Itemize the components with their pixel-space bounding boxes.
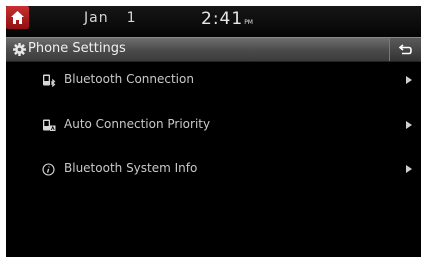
date-day: 1: [126, 10, 137, 26]
chevron-right-icon: [406, 76, 412, 84]
menu-item-label: Bluetooth System Info: [64, 161, 198, 175]
menu-item-bluetooth-connection[interactable]: Bluetooth Connection: [6, 61, 421, 101]
head-unit-screen: Jan 1 2:41PM Phone Settings Bluetooth Co…: [6, 6, 421, 257]
back-arrow-icon: [399, 44, 412, 55]
clock-ampm: PM: [244, 19, 253, 26]
info-icon: [42, 163, 55, 176]
menu-item-label: Bluetooth Connection: [64, 72, 194, 86]
back-button[interactable]: [389, 38, 421, 61]
date-display: Jan 1: [84, 10, 137, 26]
menu-item-bluetooth-system-info[interactable]: Bluetooth System Info: [6, 150, 421, 190]
menu-item-auto-connection-priority[interactable]: Auto Connection Priority: [6, 106, 421, 146]
clock: 2:41PM: [201, 9, 253, 29]
gear-icon: [13, 43, 26, 56]
home-icon: [11, 11, 24, 24]
bluetooth-phone-icon: [43, 74, 56, 87]
date-month: Jan: [84, 10, 109, 26]
menu-item-label: Auto Connection Priority: [64, 117, 211, 131]
clock-time: 2:41: [201, 9, 244, 29]
auto-connect-phone-icon: [43, 119, 56, 131]
chevron-right-icon: [406, 165, 412, 173]
title-bar: Phone Settings: [6, 37, 421, 62]
chevron-right-icon: [406, 121, 412, 129]
status-bar: Jan 1 2:41PM: [6, 6, 421, 37]
home-button[interactable]: [6, 6, 29, 29]
page-title: Phone Settings: [28, 41, 126, 56]
